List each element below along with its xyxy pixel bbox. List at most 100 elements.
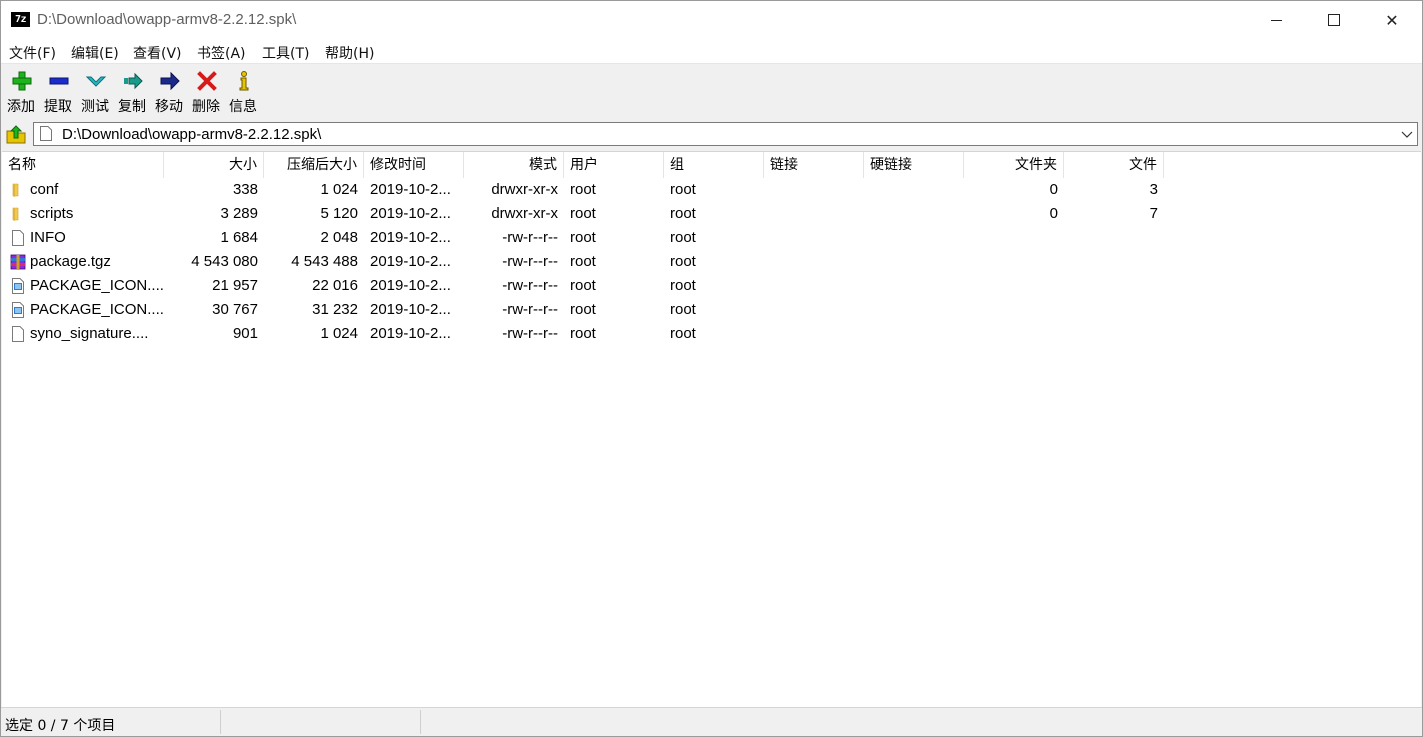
file-name: scripts <box>30 205 74 222</box>
close-icon: ✕ <box>1385 10 1399 30</box>
archive-icon <box>10 254 26 270</box>
cell-files <box>1064 274 1164 298</box>
app-icon: 7z <box>11 12 30 27</box>
column-header-folders[interactable]: 文件夹 <box>964 152 1064 178</box>
list-header: 名称 大小 压缩后大小 修改时间 模式 用户 组 链接 硬链接 文件夹 文件 <box>2 152 1164 178</box>
add-button[interactable]: 添加 <box>3 68 39 116</box>
info-button[interactable]: 信息 <box>225 68 261 116</box>
status-divider <box>220 710 221 734</box>
cell-link <box>764 322 864 346</box>
cell-size: 30 767 <box>212 301 258 318</box>
column-header-user[interactable]: 用户 <box>564 152 664 178</box>
column-header-mode[interactable]: 模式 <box>464 152 564 178</box>
cell-folders <box>964 226 1064 250</box>
info-icon <box>239 71 249 91</box>
maximize-icon <box>1328 14 1340 26</box>
window-title: D:\Download\owapp-armv8-2.2.12.spk\ <box>37 11 297 28</box>
table-row[interactable]: INFO 1 684 2 048 2019-10-2... -rw-r--r-- root… <box>2 226 1164 250</box>
info-label: 信息 <box>229 99 257 115</box>
cell-mode: -rw-r--r-- <box>502 253 558 270</box>
cell-name: syno_signature.... <box>2 322 164 346</box>
table-row[interactable]: syno_signature.... 901 1 024 2019-10-2... -r… <box>2 322 1164 346</box>
minimize-button[interactable] <box>1247 1 1305 39</box>
extract-icon <box>49 77 69 85</box>
cell-name: INFO <box>2 226 164 250</box>
cell-hardlink <box>864 178 964 202</box>
table-row[interactable]: conf 338 1 024 2019-10-2... drwxr-xr-x root ro… <box>2 178 1164 202</box>
cell-mode: -rw-r--r-- <box>502 277 558 294</box>
cell-user: root <box>570 253 596 270</box>
column-header-name[interactable]: 名称 <box>2 152 164 178</box>
column-header-group[interactable]: 组 <box>664 152 764 178</box>
cell-files: 7 <box>1149 205 1158 222</box>
file-name: PACKAGE_ICON.... <box>30 277 164 294</box>
cell-name: package.tgz <box>2 250 164 274</box>
cell-hardlink <box>864 322 964 346</box>
address-path: D:\Download\owapp-armv8-2.2.12.spk\ <box>62 126 322 143</box>
extract-button[interactable]: 提取 <box>40 68 76 116</box>
address-input[interactable]: D:\Download\owapp-armv8-2.2.12.spk\ <box>33 122 1418 146</box>
test-button[interactable]: 测试 <box>77 68 113 116</box>
cell-link <box>764 298 864 322</box>
table-row[interactable]: scripts 3 289 5 120 2019-10-2... drwxr-xr-x r… <box>2 202 1164 226</box>
status-bar: 选定 0 / 7 个项目 <box>1 707 1422 736</box>
cell-group: root <box>670 253 696 270</box>
cell-group: root <box>670 301 696 318</box>
move-button[interactable]: 移动 <box>151 68 187 116</box>
title-bar[interactable]: 7z D:\Download\owapp-armv8-2.2.12.spk\ ✕ <box>1 1 1422 39</box>
column-header-hardlink[interactable]: 硬链接 <box>864 152 964 178</box>
up-folder-icon[interactable] <box>5 123 27 145</box>
cell-link <box>764 202 864 226</box>
delete-icon <box>197 71 217 91</box>
folder-icon <box>12 207 19 221</box>
cell-modified: 2019-10-2... <box>370 301 451 318</box>
cell-name: conf <box>2 178 164 202</box>
delete-button[interactable]: 删除 <box>188 68 224 116</box>
cell-user: root <box>570 181 596 198</box>
column-header-files[interactable]: 文件 <box>1064 152 1164 178</box>
menu-help[interactable]: 帮助(H) <box>325 43 374 63</box>
file-name: PACKAGE_ICON.... <box>30 301 164 318</box>
table-row[interactable]: package.tgz 4 543 080 4 543 488 2019-10-2..… <box>2 250 1164 274</box>
toolbar: 添加 提取 测试 复制 移动 删除 信息 <box>1 64 1422 119</box>
cell-size: 338 <box>232 181 258 198</box>
cell-packed-size: 1 024 <box>320 325 358 342</box>
minimize-icon <box>1270 19 1282 21</box>
cell-files <box>1064 226 1164 250</box>
chevron-down-icon[interactable] <box>1401 128 1413 140</box>
cell-packed-size: 4 543 488 <box>291 253 358 270</box>
cell-link <box>764 178 864 202</box>
menu-tools[interactable]: 工具(T) <box>262 43 309 63</box>
table-row[interactable]: PACKAGE_ICON.... 30 767 31 232 2019-10-2...… <box>2 298 1164 322</box>
extract-label: 提取 <box>44 99 72 115</box>
test-icon <box>85 76 107 87</box>
cell-mode: drwxr-xr-x <box>491 205 558 222</box>
menu-view[interactable]: 查看(V) <box>133 43 182 63</box>
cell-files <box>1064 322 1164 346</box>
cell-modified: 2019-10-2... <box>370 277 451 294</box>
cell-files: 3 <box>1149 181 1158 198</box>
column-header-packed-size[interactable]: 压缩后大小 <box>264 152 364 178</box>
cell-group: root <box>670 325 696 342</box>
cell-folders <box>964 274 1064 298</box>
column-header-link[interactable]: 链接 <box>764 152 864 178</box>
column-header-size[interactable]: 大小 <box>164 152 264 178</box>
menu-bookmarks[interactable]: 书签(A) <box>197 43 246 63</box>
cell-size: 4 543 080 <box>191 253 258 270</box>
cell-files <box>1064 250 1164 274</box>
cell-packed-size: 22 016 <box>312 277 358 294</box>
cell-hardlink <box>864 226 964 250</box>
cell-hardlink <box>864 298 964 322</box>
cell-folders: 0 <box>1049 181 1058 198</box>
menu-file[interactable]: 文件(F) <box>9 43 56 63</box>
copy-button[interactable]: 复制 <box>114 68 150 116</box>
cell-user: root <box>570 277 596 294</box>
maximize-button[interactable] <box>1305 1 1363 39</box>
file-list[interactable]: 名称 大小 压缩后大小 修改时间 模式 用户 组 链接 硬链接 文件夹 文件 c… <box>2 151 1421 707</box>
table-row[interactable]: PACKAGE_ICON.... 21 957 22 016 2019-10-2...… <box>2 274 1164 298</box>
close-button[interactable]: ✕ <box>1363 1 1421 39</box>
cell-packed-size: 31 232 <box>312 301 358 318</box>
copy-icon <box>124 72 143 90</box>
column-header-modified[interactable]: 修改时间 <box>364 152 464 178</box>
menu-edit[interactable]: 编辑(E) <box>71 43 119 63</box>
